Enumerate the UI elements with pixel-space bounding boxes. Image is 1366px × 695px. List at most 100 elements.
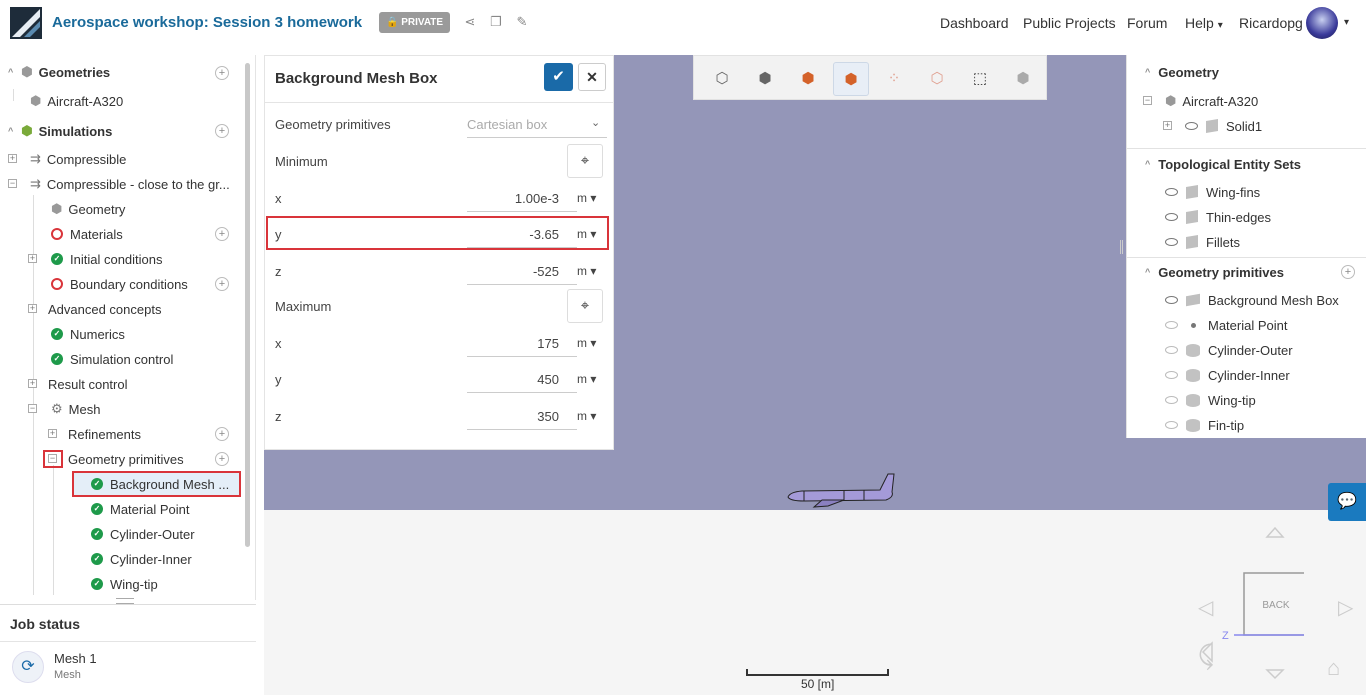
project-title[interactable]: Aerospace workshop: Session 3 homework bbox=[52, 14, 362, 31]
max-x-unit[interactable]: m ▾ bbox=[577, 336, 596, 350]
eye-icon[interactable] bbox=[1165, 238, 1178, 246]
tree-initial-conditions[interactable]: ✓ Initial conditions bbox=[51, 248, 163, 270]
simscale-logo[interactable] bbox=[10, 7, 42, 39]
eye-icon[interactable] bbox=[1165, 188, 1178, 196]
tree-simulation-control[interactable]: ✓ Simulation control bbox=[51, 348, 173, 370]
chat-icon[interactable]: 💬 bbox=[1328, 483, 1366, 521]
scene-prim-cyl-outer[interactable]: Cylinder-Outer bbox=[1165, 339, 1293, 361]
scene-geometry-header[interactable]: ^ Geometry bbox=[1145, 61, 1219, 83]
scene-prim-wing-tip[interactable]: Wing-tip bbox=[1165, 389, 1256, 411]
job-name[interactable]: Mesh 1 bbox=[54, 651, 97, 666]
rotate-free-icon[interactable]: ⤹ bbox=[1198, 640, 1214, 672]
scene-solid1[interactable]: Solid1 bbox=[1185, 115, 1262, 137]
tree-result-control[interactable]: Result control bbox=[48, 373, 127, 395]
scene-aircraft[interactable]: ⬢ Aircraft-A320 bbox=[1165, 90, 1258, 112]
scene-prim-fin-tip[interactable]: Fin-tip bbox=[1165, 414, 1244, 436]
expand-solid[interactable]: + bbox=[1163, 121, 1172, 130]
scene-topo-header[interactable]: ^ Topological Entity Sets bbox=[1145, 153, 1301, 175]
solid-view-icon[interactable]: ⬢ bbox=[747, 62, 783, 96]
tree-materials[interactable]: Materials bbox=[51, 223, 123, 245]
scene-prim-bgmesh[interactable]: Background Mesh Box bbox=[1165, 289, 1339, 311]
tree-mesh[interactable]: ⚙ Mesh bbox=[51, 398, 100, 420]
expand-compressible[interactable]: + bbox=[8, 154, 17, 163]
transparent-view-icon[interactable]: ⬡ bbox=[919, 62, 955, 96]
tree-compressible[interactable]: ⇉ Compressible bbox=[30, 148, 126, 170]
tree-geometry-primitives[interactable]: Geometry primitives bbox=[68, 448, 184, 470]
min-x-unit[interactable]: m ▾ bbox=[577, 191, 596, 205]
right-panel-resize-handle[interactable] bbox=[1120, 240, 1123, 254]
scene-topo-fillets[interactable]: Fillets bbox=[1165, 231, 1240, 253]
share-icon[interactable]: ⋖ bbox=[462, 14, 478, 30]
max-y-unit[interactable]: m ▾ bbox=[577, 372, 596, 386]
add-primitive-button[interactable]: + bbox=[1341, 265, 1355, 279]
tree-wing-tip[interactable]: ✓ Wing-tip bbox=[91, 573, 158, 595]
collapse-compressible2[interactable]: − bbox=[8, 179, 17, 188]
expand-refinements[interactable]: + bbox=[48, 429, 57, 438]
collapse-geometry-primitives[interactable]: − bbox=[48, 454, 57, 463]
add-material-button[interactable]: + bbox=[215, 227, 229, 241]
avatar[interactable] bbox=[1306, 7, 1338, 39]
close-button[interactable]: ✕ bbox=[578, 63, 606, 91]
tree-cylinder-inner[interactable]: ✓ Cylinder-Inner bbox=[91, 548, 192, 570]
min-z-input[interactable]: -525 bbox=[533, 264, 559, 279]
nav-user[interactable]: Ricardopg bbox=[1239, 15, 1303, 31]
expand-result[interactable]: + bbox=[28, 379, 37, 388]
selected-view-icon[interactable]: ⬢ bbox=[833, 62, 869, 96]
edit-icon[interactable]: ✎ bbox=[514, 14, 530, 30]
section-view-icon[interactable]: ⬢ bbox=[1005, 62, 1041, 96]
tree-boundary-conditions[interactable]: Boundary conditions bbox=[51, 273, 188, 295]
scene-prim-material-point[interactable]: Material Point bbox=[1165, 314, 1287, 336]
eye-icon[interactable] bbox=[1165, 296, 1178, 304]
collapse-aircraft[interactable]: − bbox=[1143, 96, 1152, 105]
add-primitive-button[interactable]: + bbox=[215, 452, 229, 466]
tree-cylinder-outer[interactable]: ✓ Cylinder-Outer bbox=[91, 523, 195, 545]
max-x-input[interactable]: 175 bbox=[537, 336, 559, 351]
tree-numerics[interactable]: ✓ Numerics bbox=[51, 323, 125, 345]
eye-off-icon[interactable] bbox=[1165, 321, 1178, 329]
wireframe-view-icon[interactable]: ⬡ bbox=[704, 62, 740, 96]
expand-initial[interactable]: + bbox=[28, 254, 37, 263]
nav-forum[interactable]: Forum bbox=[1127, 15, 1167, 31]
max-z-input[interactable]: 350 bbox=[537, 409, 559, 424]
eye-off-icon[interactable] bbox=[1165, 371, 1178, 379]
pick-point-icon[interactable]: ⌖ bbox=[567, 289, 603, 323]
add-boundary-button[interactable]: + bbox=[215, 277, 229, 291]
nav-dashboard[interactable]: Dashboard bbox=[940, 15, 1009, 31]
rotate-left-icon[interactable]: ◁ bbox=[1198, 595, 1213, 620]
scene-prim-cyl-inner[interactable]: Cylinder-Inner bbox=[1165, 364, 1290, 386]
expand-advanced[interactable]: + bbox=[28, 304, 37, 313]
eye-icon[interactable] bbox=[1185, 122, 1198, 130]
max-y-input[interactable]: 450 bbox=[537, 372, 559, 387]
eye-off-icon[interactable] bbox=[1165, 421, 1178, 429]
tree-simulations[interactable]: ^ ⬢ Simulations bbox=[8, 120, 112, 142]
min-z-unit[interactable]: m ▾ bbox=[577, 264, 596, 278]
tree-material-point[interactable]: ✓ Material Point bbox=[91, 498, 189, 520]
tree-refinements[interactable]: Refinements bbox=[68, 423, 141, 445]
eye-icon[interactable] bbox=[1165, 213, 1178, 221]
tree-background-mesh-box[interactable]: ✓ Background Mesh ... bbox=[91, 473, 229, 495]
scene-prims-header[interactable]: ^ Geometry primitives bbox=[1145, 261, 1284, 283]
scene-topo-thin-edges[interactable]: Thin-edges bbox=[1165, 206, 1271, 228]
tree-compressible2[interactable]: ⇉ Compressible - close to the gr... bbox=[30, 173, 230, 195]
eye-off-icon[interactable] bbox=[1165, 346, 1178, 354]
copy-icon[interactable]: ❐ bbox=[488, 14, 504, 30]
confirm-button[interactable]: ✔ bbox=[544, 63, 573, 91]
nav-public-projects[interactable]: Public Projects bbox=[1023, 15, 1116, 31]
tree-scrollbar[interactable] bbox=[245, 63, 250, 547]
user-menu-chevron-icon[interactable]: ▾ bbox=[1344, 17, 1349, 28]
solid-edges-icon[interactable]: ⬢ bbox=[790, 62, 826, 96]
primitive-type-select[interactable]: Cartesian box bbox=[467, 117, 547, 132]
add-refinement-button[interactable]: + bbox=[215, 427, 229, 441]
tree-geometries[interactable]: ^ ⬢ Geometries bbox=[8, 61, 110, 83]
min-x-input[interactable]: 1.00e-3 bbox=[515, 191, 559, 206]
tree-geometry[interactable]: ⬢ Geometry bbox=[51, 198, 125, 220]
eye-off-icon[interactable] bbox=[1165, 396, 1178, 404]
max-z-unit[interactable]: m ▾ bbox=[577, 409, 596, 423]
add-simulation-button[interactable]: + bbox=[215, 124, 229, 138]
tree-advanced-concepts[interactable]: Advanced concepts bbox=[48, 298, 161, 320]
nav-help[interactable]: Help ▾ bbox=[1185, 15, 1223, 31]
collapse-mesh[interactable]: − bbox=[28, 404, 37, 413]
rotate-right-icon[interactable]: ▷ bbox=[1338, 595, 1353, 620]
home-icon[interactable]: ⌂ bbox=[1327, 655, 1340, 681]
tree-aircraft[interactable]: ⬢ Aircraft-A320 bbox=[30, 90, 123, 112]
